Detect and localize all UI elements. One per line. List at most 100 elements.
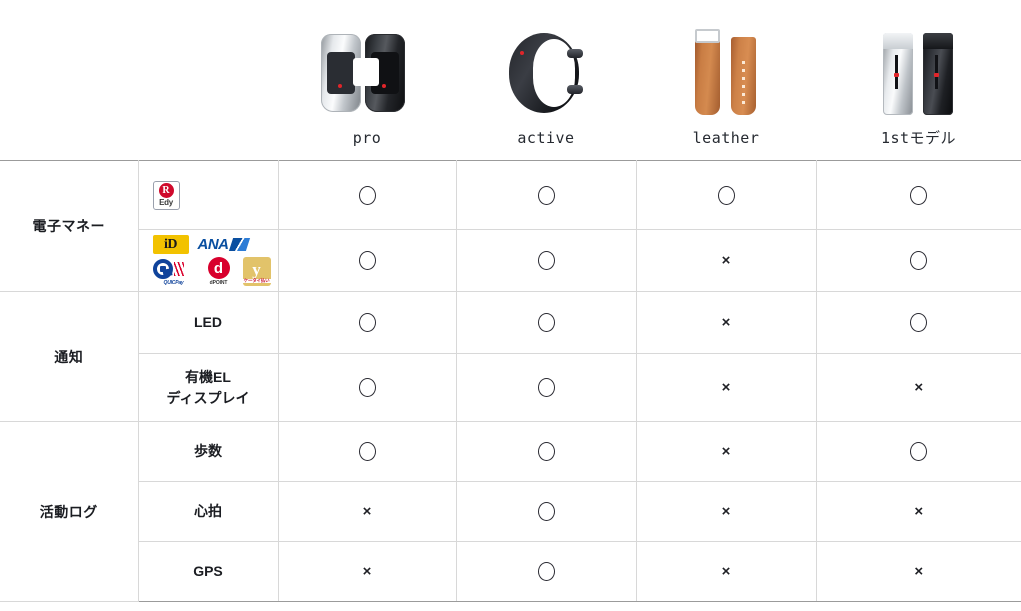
wristband-leather-image [693, 23, 759, 123]
cell-steps-pro [277, 421, 457, 482]
cell-led-active [455, 291, 637, 354]
cell-brands-leather: × [635, 229, 817, 292]
cell-heart-pro: × [277, 481, 457, 542]
ana-logo: ANA [197, 235, 250, 254]
table-row: 有機EL ディスプレイ × × [0, 353, 1021, 422]
mark-circle [537, 378, 555, 397]
edy-logo: R Edy [152, 180, 180, 210]
yahoo-wallet-letter: y [252, 259, 261, 279]
item-cell-payment-brands: iD ANA QUICPay d dPOINT y ケータイ払い [138, 229, 279, 292]
cell-brands-pro [277, 229, 457, 292]
cell-edy-leather [635, 160, 817, 230]
mark-cross: × [721, 252, 731, 269]
table-row: iD ANA QUICPay d dPOINT y ケータイ払い × [0, 229, 1021, 292]
item-cell-heart-rate: 心拍 [138, 481, 279, 542]
mark-circle [537, 185, 555, 205]
group-label-notification: 通知 [0, 291, 139, 422]
mark-circle [910, 442, 928, 461]
cell-edy-active [455, 160, 637, 230]
cell-gps-leather: × [635, 541, 817, 602]
model-header-pro: pro [278, 0, 456, 161]
quicpay-stripes-icon [173, 261, 184, 276]
group-label-emoney: 電子マネー [0, 160, 139, 292]
header-spacer-group [0, 0, 138, 161]
dpoint-logo: d dPOINT [204, 257, 234, 286]
model-label-1st: 1stモデル [880, 129, 957, 147]
mark-circle [537, 562, 555, 581]
cell-oled-1st: × [815, 353, 1021, 422]
cell-gps-1st: × [815, 541, 1021, 602]
cell-heart-1st: × [815, 481, 1021, 542]
table-row: GPS × × × [0, 541, 1021, 602]
table-body: 電子マネー R Edy iD ANA QUICPay d dPOINT y ケー… [0, 160, 1021, 602]
ana-logo-text: ANA [197, 236, 230, 253]
item-cell-gps: GPS [138, 541, 279, 602]
mark-circle [537, 251, 555, 270]
mark-circle [537, 313, 555, 332]
quicpay-q-icon [152, 258, 173, 279]
mark-cross: × [721, 314, 731, 331]
wristband-active-image [503, 23, 589, 123]
table-header: pro active leather 1stモデル [0, 0, 1021, 161]
mark-circle [717, 185, 735, 205]
id-logo-text: iD [164, 236, 178, 252]
mark-cross: × [721, 443, 731, 460]
cell-steps-leather: × [635, 421, 817, 482]
dpoint-logo-letter: d [213, 259, 224, 277]
item-label-line2: ディスプレイ [166, 389, 250, 406]
cell-brands-active [455, 229, 637, 292]
cell-oled-pro [277, 353, 457, 422]
product-comparison-page: pro active leather 1stモデル 電子マネー R Edy iD… [0, 0, 1021, 611]
table-row: 通知 LED × [0, 291, 1021, 422]
mark-cross: × [914, 503, 924, 520]
cell-led-leather: × [635, 291, 817, 354]
mark-circle [358, 442, 376, 461]
comparison-table: pro active leather 1stモデル 電子マネー R Edy iD… [0, 0, 1021, 602]
item-cell-steps: 歩数 [137, 421, 279, 482]
dpoint-logo-text: dPOINT [209, 280, 228, 286]
wristband-pro-image [319, 23, 415, 123]
model-header-active: active [456, 0, 636, 161]
mark-circle [537, 502, 555, 521]
table-row: 心拍 × × × [0, 481, 1021, 542]
model-label-leather: leather [692, 129, 760, 147]
model-label-pro: pro [352, 129, 382, 147]
mark-circle [537, 442, 555, 461]
model-header-leather: leather [636, 0, 816, 161]
cell-steps-active [455, 421, 637, 482]
cell-oled-active [455, 353, 637, 422]
edy-logo-letter: R [158, 183, 174, 198]
cell-oled-leather: × [635, 353, 817, 422]
table-row: 電子マネー R Edy [0, 160, 1021, 292]
table-row: 活動ログ 歩数 × [0, 421, 1021, 602]
mark-cross: × [721, 563, 731, 580]
cell-gps-pro: × [277, 541, 457, 602]
mark-cross: × [914, 379, 924, 396]
cell-steps-1st [815, 421, 1021, 482]
cell-brands-1st [815, 229, 1021, 292]
cell-heart-active [455, 481, 637, 542]
item-cell-oled-display: 有機EL ディスプレイ [138, 353, 279, 422]
edy-logo-text: Edy [159, 198, 173, 207]
id-logo: iD [152, 235, 189, 254]
model-header-row: pro active leather 1stモデル [0, 0, 1021, 161]
cell-gps-active [455, 541, 637, 602]
cell-edy-1st [815, 160, 1021, 230]
model-label-active: active [517, 129, 575, 147]
model-header-1st: 1stモデル [816, 0, 1021, 161]
header-spacer-item [138, 0, 278, 161]
yahoo-wallet-text: ケータイ払い [242, 277, 271, 284]
cell-edy-pro [277, 160, 457, 230]
mark-cross: × [721, 379, 731, 396]
cell-led-1st [815, 291, 1021, 354]
mark-circle [910, 251, 928, 270]
mark-circle [358, 378, 376, 397]
ana-swoosh-icon [228, 238, 250, 251]
quicpay-logo-text: QUICPay [163, 279, 184, 286]
group-label-activity-log: 活動ログ [0, 421, 139, 602]
item-cell-edy: R Edy [137, 160, 279, 230]
mark-circle [910, 313, 928, 332]
item-label-line1: 有機EL [185, 368, 231, 385]
mark-cross: × [362, 563, 372, 580]
wristband-1st-model-image [881, 23, 957, 123]
